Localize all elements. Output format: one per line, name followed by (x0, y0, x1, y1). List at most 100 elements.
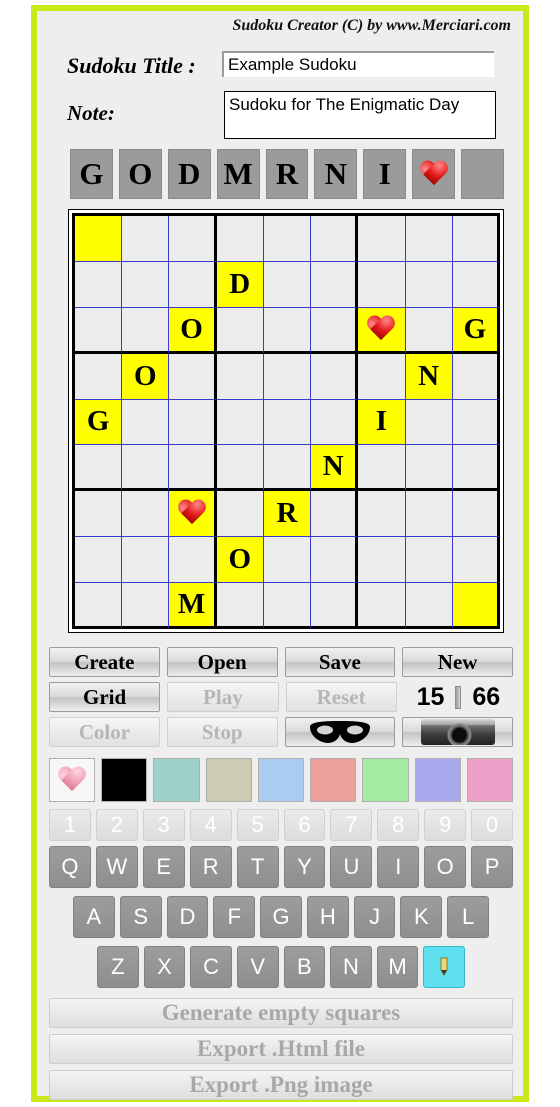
grid-cell-r6c4[interactable] (216, 445, 264, 492)
grid-cell-r7c8[interactable] (405, 491, 453, 538)
grid-cell-r1c1[interactable] (75, 216, 123, 262)
grid-cell-r6c8[interactable] (405, 445, 453, 492)
grid-cell-r7c1[interactable] (75, 491, 123, 538)
key-K[interactable]: K (400, 896, 443, 938)
grid-cell-r8c1[interactable] (75, 537, 123, 584)
grid-cell-r2c9[interactable] (452, 261, 500, 308)
key-F[interactable]: F (213, 896, 256, 938)
grid-cell-r6c1[interactable] (75, 445, 123, 492)
sudoku-title-input[interactable] (222, 51, 494, 77)
grid-cell-r4c4[interactable] (216, 353, 264, 400)
grid-cell-r7c2[interactable] (122, 491, 170, 538)
key-E[interactable]: E (142, 846, 185, 888)
grid-cell-r1c6[interactable] (311, 216, 359, 262)
grid-cell-r4c6[interactable] (311, 353, 359, 400)
grid-cell-r1c4[interactable] (216, 216, 264, 262)
grid-cell-r2c1[interactable] (75, 261, 123, 308)
key-num-9[interactable]: 9 (424, 809, 467, 841)
key-G[interactable]: G (260, 896, 302, 938)
grid-cell-r1c7[interactable] (358, 216, 406, 262)
palette-symbol-G[interactable]: G (70, 149, 113, 199)
periwinkle-swatch[interactable] (414, 758, 461, 802)
key-H[interactable]: H (306, 896, 349, 938)
key-num-4[interactable]: 4 (189, 809, 232, 841)
grid-cell-r9c6[interactable] (311, 583, 359, 629)
grid-cell-r7c5[interactable]: R (263, 491, 312, 538)
grid-cell-r4c1[interactable] (75, 353, 123, 400)
key-R[interactable]: R (189, 846, 232, 888)
palette-symbol-M[interactable]: M (216, 149, 260, 199)
palette-symbol-O[interactable]: O (118, 149, 162, 199)
grid-cell-r7c9[interactable] (452, 491, 500, 538)
create-button[interactable]: Create (49, 647, 160, 677)
grid-cell-r4c5[interactable] (263, 353, 312, 400)
key-num-8[interactable]: 8 (377, 809, 420, 841)
grid-cell-r6c7[interactable] (358, 445, 406, 492)
key-num-6[interactable]: 6 (283, 809, 326, 841)
key-O[interactable]: O (424, 846, 467, 888)
key-num-0[interactable]: 0 (471, 809, 514, 841)
key-num-1[interactable]: 1 (49, 809, 91, 841)
grid-cell-r5c2[interactable] (122, 399, 170, 446)
grid-cell-r2c6[interactable] (311, 261, 359, 308)
key-I[interactable]: I (377, 846, 420, 888)
grid-cell-r1c2[interactable] (122, 216, 170, 262)
open-button[interactable]: Open (166, 647, 278, 677)
grid-cell-r7c7[interactable] (358, 491, 406, 538)
grid-cell-r5c5[interactable] (263, 399, 312, 446)
grid-cell-r5c3[interactable] (169, 399, 217, 446)
grid-cell-r4c2[interactable]: O (122, 353, 170, 400)
grid-cell-r4c3[interactable] (169, 353, 217, 400)
key-W[interactable]: W (95, 846, 138, 888)
key-num-3[interactable]: 3 (142, 809, 185, 841)
grid-cell-r1c8[interactable] (405, 216, 453, 262)
grid-cell-r8c5[interactable] (263, 537, 312, 584)
eraser-key[interactable] (423, 946, 465, 988)
palette-symbol-rose[interactable] (461, 149, 505, 199)
grid-cell-r1c9[interactable] (452, 216, 500, 262)
grid-cell-r8c6[interactable] (311, 537, 359, 584)
key-A[interactable]: A (73, 896, 115, 938)
grid-cell-r9c4[interactable] (216, 583, 264, 629)
key-U[interactable]: U (330, 846, 373, 888)
export-png-button[interactable]: Export .Png image (49, 1070, 513, 1100)
key-Y[interactable]: Y (283, 846, 326, 888)
grid-cell-r5c6[interactable] (311, 399, 359, 446)
key-N[interactable]: N (330, 946, 372, 988)
grid-cell-r7c6[interactable] (311, 491, 359, 538)
save-button[interactable]: Save (284, 647, 396, 677)
key-V[interactable]: V (236, 946, 279, 988)
palette-symbol-I[interactable]: I (363, 149, 407, 199)
key-M[interactable]: M (376, 946, 419, 988)
grid-cell-r9c3[interactable]: M (169, 583, 217, 629)
grid-cell-r3c2[interactable] (122, 307, 170, 354)
grid-cell-r9c5[interactable] (263, 583, 312, 629)
mask-button[interactable] (284, 717, 396, 747)
grid-cell-r5c4[interactable] (216, 399, 264, 446)
grid-cell-r8c3[interactable] (169, 537, 217, 584)
grid-cell-r2c5[interactable] (263, 261, 312, 308)
teal-swatch[interactable] (153, 758, 200, 802)
grid-cell-r6c2[interactable] (122, 445, 170, 492)
grid-cell-r6c5[interactable] (263, 445, 312, 492)
grid-cell-r9c8[interactable] (405, 583, 453, 629)
grid-cell-r3c3[interactable]: O (169, 307, 217, 354)
palette-symbol-heart[interactable] (412, 149, 456, 199)
grid-cell-r8c2[interactable] (122, 537, 170, 584)
grid-cell-r9c7[interactable] (358, 583, 406, 629)
pink-swatch[interactable] (466, 758, 513, 802)
palette-symbol-N[interactable]: N (314, 149, 358, 199)
grid-cell-r5c8[interactable] (405, 399, 453, 446)
key-T[interactable]: T (236, 846, 279, 888)
grid-cell-r6c6[interactable]: N (311, 445, 359, 492)
grid-cell-r3c8[interactable] (405, 307, 453, 354)
grid-cell-r3c5[interactable] (263, 307, 312, 354)
grid-cell-r3c7[interactable] (358, 307, 406, 354)
key-num-7[interactable]: 7 (330, 809, 373, 841)
grid-cell-r8c8[interactable] (405, 537, 453, 584)
key-S[interactable]: S (119, 896, 162, 938)
grid-cell-r5c9[interactable] (452, 399, 500, 446)
rose-swatch[interactable] (101, 758, 148, 802)
grid-cell-r6c3[interactable] (169, 445, 217, 492)
grid-cell-r2c7[interactable] (358, 261, 406, 308)
